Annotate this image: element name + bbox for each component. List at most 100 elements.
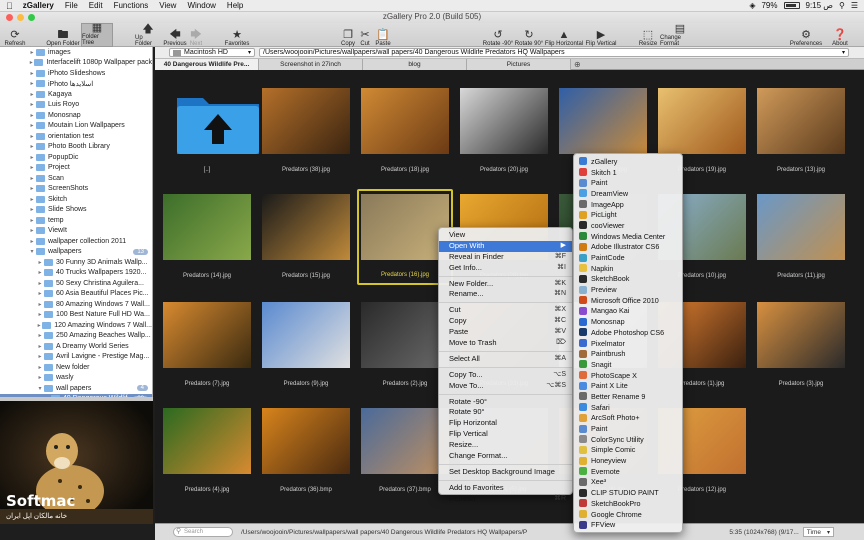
rotate-left-button[interactable]: ↺ Rotate -90°	[481, 23, 515, 47]
open-with-app-item[interactable]: Simple Comic	[574, 445, 682, 456]
sidebar-item[interactable]: ▸ ScreenShots	[0, 184, 152, 195]
sidebar-item[interactable]: ▸ Skitch	[0, 194, 152, 205]
sidebar-item[interactable]: ▸ images	[0, 47, 152, 58]
context-menu-item[interactable]: Add to Favorites	[439, 483, 572, 494]
context-menu-item[interactable]: Copy ⌘C	[439, 316, 572, 327]
open-with-app-item[interactable]: Pixelmator	[574, 338, 682, 349]
context-menu-item[interactable]: Refresh ⌘R	[439, 494, 572, 505]
menu-functions[interactable]: Functions	[114, 1, 149, 10]
open-with-app-item[interactable]: Paint X Lite	[574, 380, 682, 391]
menu-window[interactable]: Window	[187, 1, 215, 10]
about-button[interactable]: ❓ About	[829, 23, 851, 47]
open-with-app-item[interactable]: Skitch 1	[574, 167, 682, 178]
change-format-button[interactable]: ▤ Change Format	[660, 23, 700, 47]
thumbnail-item[interactable]: Predators (15).jpg	[258, 176, 354, 284]
parent-folder-item[interactable]: [..]	[159, 70, 259, 178]
open-with-app-item[interactable]: ArcSoft Photo+	[574, 413, 682, 424]
disclosure-triangle-icon[interactable]: ▸	[28, 133, 36, 140]
thumbnail-item[interactable]: Predators (9).jpg	[258, 284, 354, 392]
context-menu-item[interactable]: Open With ▶	[439, 240, 572, 252]
open-with-app-item[interactable]: Safari	[574, 402, 682, 413]
sidebar-item[interactable]: ▸ wasly	[0, 373, 152, 384]
sidebar-item[interactable]: ▸ 30 Funny 3D Animals Wallp...	[0, 257, 152, 268]
sidebar-item[interactable]: ▸ orientation test	[0, 131, 152, 142]
volume-dropdown[interactable]: Macintosh HD ▾	[169, 48, 255, 57]
sidebar-item[interactable]: ▸ 100 Best Nature Full HD Wa...	[0, 310, 152, 321]
sidebar-item[interactable]: ▸ PopupDic	[0, 152, 152, 163]
refresh-button[interactable]: ⟳ Refresh	[4, 23, 26, 47]
disclosure-triangle-icon[interactable]: ▸	[28, 206, 36, 213]
disclosure-triangle-icon[interactable]: ▸	[36, 259, 44, 266]
open-with-app-item[interactable]: cooViewer	[574, 220, 682, 231]
disclosure-triangle-icon[interactable]: ▸	[28, 122, 36, 129]
disclosure-triangle-icon[interactable]: ▸	[28, 49, 36, 56]
open-with-app-item[interactable]: Adobe Photoshop CS6	[574, 327, 682, 338]
open-with-app-item[interactable]: Windows Media Center	[574, 231, 682, 242]
open-with-app-item[interactable]: Napkin	[574, 263, 682, 274]
sort-dropdown[interactable]: Time ▾	[802, 527, 834, 537]
disclosure-triangle-icon[interactable]: ▸	[36, 280, 44, 287]
open-with-app-item[interactable]: Paint	[574, 423, 682, 434]
disclosure-triangle-icon[interactable]: ▸	[36, 332, 44, 339]
thumbnail-item[interactable]: Predators (13).jpg	[753, 70, 849, 178]
context-menu-item[interactable]: View	[439, 230, 572, 241]
context-menu-item[interactable]: Move to Trash ⌦	[439, 338, 572, 349]
open-folder-button[interactable]: 🖿 Open Folder	[46, 23, 80, 47]
sidebar-item[interactable]: ▸ Monosnap	[0, 110, 152, 121]
sidebar-item[interactable]: ▸ 120 Amazing Windows 7 Wall...	[0, 320, 152, 331]
disclosure-triangle-icon[interactable]: ▸	[28, 227, 36, 234]
search-input[interactable]: Search	[173, 527, 233, 537]
sidebar-item[interactable]: ▸ 40 Trucks Wallpapers 1920...	[0, 268, 152, 279]
open-with-app-item[interactable]: Xee³	[574, 477, 682, 488]
tab-pictures[interactable]: Pictures	[467, 59, 571, 70]
thumbnail-item[interactable]: Predators (36).bmp	[258, 390, 354, 498]
sidebar-item[interactable]: ▸ New folder	[0, 362, 152, 373]
thumbnail-item[interactable]: Predators (3).jpg	[753, 284, 849, 392]
sidebar-item[interactable]: ▸ 50 Sexy Christina Aguilera...	[0, 278, 152, 289]
open-with-app-item[interactable]: Better Rename 9	[574, 391, 682, 402]
sidebar-item[interactable]: ▸ A Dreamy World Series	[0, 341, 152, 352]
disclosure-triangle-icon[interactable]: ▸	[36, 269, 44, 276]
tab-dangerous-wildlife[interactable]: 40 Dangerous Wildlife Pre...	[155, 59, 259, 70]
sidebar-item[interactable]: ▸ iPhoto اسلایدها	[0, 79, 152, 90]
thumbnail-item[interactable]: Predators (11).jpg	[753, 176, 849, 284]
context-menu-item[interactable]: Flip Vertical	[439, 429, 572, 440]
notification-center-icon[interactable]: ☰	[851, 1, 858, 10]
sidebar-item[interactable]: ▸ Project	[0, 163, 152, 174]
disclosure-triangle-icon[interactable]: ▸	[28, 175, 36, 182]
sidebar-item[interactable]: ▸ ViewIt	[0, 226, 152, 237]
disclosure-triangle-icon[interactable]: ▸	[36, 374, 44, 381]
menu-app[interactable]: zGallery	[23, 1, 54, 10]
tab-blog[interactable]: blog	[363, 59, 467, 70]
open-with-app-item[interactable]: ColorSync Utility	[574, 434, 682, 445]
disclosure-triangle-icon[interactable]: ▾	[28, 248, 36, 255]
open-with-app-item[interactable]: PaintCode	[574, 252, 682, 263]
open-with-app-item[interactable]: PhotoScape X	[574, 370, 682, 381]
sidebar-item[interactable]: ▸ Scan	[0, 173, 152, 184]
context-menu-item[interactable]: Resize...	[439, 440, 572, 451]
menu-help[interactable]: Help	[227, 1, 243, 10]
sidebar-item[interactable]: ▸ Avril Lavigne - Prestige Mag...	[0, 352, 152, 363]
open-with-app-item[interactable]: CLIP STUDIO PAINT	[574, 487, 682, 498]
context-menu-item[interactable]: Flip Horizontal	[439, 418, 572, 429]
disclosure-triangle-icon[interactable]: ▸	[36, 311, 44, 318]
disclosure-triangle-icon[interactable]: ▸	[28, 217, 36, 224]
spotlight-icon[interactable]: ⚲	[839, 1, 845, 10]
clock[interactable]: 9:15 ص	[806, 1, 833, 10]
sidebar-item[interactable]: ▸ 60 Asia Beautiful Places Pic...	[0, 289, 152, 300]
open-with-app-item[interactable]: Preview	[574, 284, 682, 295]
disclosure-triangle-icon[interactable]: ▸	[28, 238, 36, 245]
folder-tree-button[interactable]: ▦ Folder Tree	[81, 22, 113, 47]
sidebar-item[interactable]: ▾ wall papers 4	[0, 383, 152, 394]
wifi-icon[interactable]: ◈	[749, 1, 755, 10]
zoom-window-button[interactable]	[28, 14, 35, 21]
sidebar-item[interactable]: ▸ Luis Royo	[0, 100, 152, 111]
open-with-app-item[interactable]: Paintbrush	[574, 348, 682, 359]
disclosure-triangle-icon[interactable]: ▸	[28, 101, 36, 108]
resize-button[interactable]: ⬚ Resize	[638, 23, 658, 47]
copy-button[interactable]: ❐ Copy	[340, 23, 356, 47]
context-menu-item[interactable]: Rotate -90°	[439, 397, 572, 408]
sidebar-item[interactable]: ▸ 80 Amazing Windows 7 Wall...	[0, 299, 152, 310]
sidebar-item[interactable]: ▸ wallpaper collection 2011	[0, 236, 152, 247]
disclosure-triangle-icon[interactable]: ▸	[36, 301, 44, 308]
